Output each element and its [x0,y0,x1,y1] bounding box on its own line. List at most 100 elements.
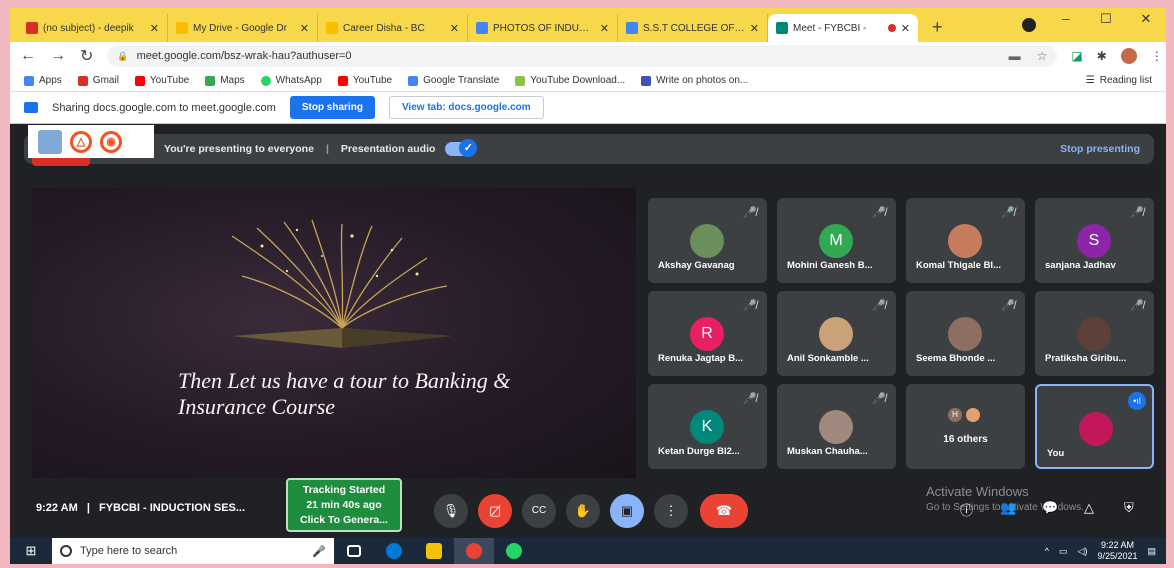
bookmark-whatsapp[interactable]: WhatsApp [260,75,322,86]
host-controls-icon[interactable]: ⛨ [1124,500,1134,516]
participant-name: Pratiksha Giribu... [1045,353,1127,364]
participant-tile[interactable]: 🎤̸ K Ketan Durge BI2... [648,384,767,469]
attendance-tracking-button[interactable]: Tracking Started 21 min 40s ago Click To… [286,478,402,532]
close-icon[interactable]: ✕ [901,22,910,35]
tab-college[interactable]: S.S.T COLLEGE OF AR ✕ [618,14,768,42]
chrome-icon[interactable] [454,538,494,564]
url-input[interactable]: 🔒 meet.google.com/bsz-wrak-hau?authuser=… [107,45,1058,67]
bookmark-apps[interactable]: Apps [24,75,62,86]
taskbar-clock[interactable]: 9:22 AM 9/25/2021 [1097,540,1137,562]
drive-icon [176,22,188,34]
participant-tile[interactable]: 🎤̸ Pratiksha Giribu... [1035,291,1154,376]
recording-widget: △ ◉ [28,125,154,158]
search-icon [60,545,72,557]
tracking-line-1: Tracking Started [302,484,386,496]
youtube-icon [337,75,348,86]
record-icon[interactable]: ◉ [100,130,122,153]
star-icon[interactable]: ☆ [1037,49,1048,63]
close-icon[interactable]: ✕ [300,22,309,35]
tab-career[interactable]: Career Disha - BC ✕ [318,14,468,42]
others-tile[interactable]: H 16 others [906,384,1025,469]
profile-avatar[interactable] [1120,48,1137,64]
bookmark-yt-download[interactable]: YouTube Download... [515,75,625,86]
mic-muted-icon: 🎤̸ [1001,207,1015,219]
translate-icon [408,75,419,86]
people-icon[interactable]: 👥 [1000,500,1016,516]
divider: | [325,143,329,155]
taskbar-search-input[interactable]: Type here to search 🎤 [52,538,334,564]
close-icon[interactable]: ✕ [600,22,609,35]
extension-icon[interactable]: ◪ [1071,49,1082,63]
tab-drive[interactable]: My Drive - Google Dr ✕ [168,14,318,42]
participant-tile[interactable]: 🎤̸ M Mohini Ganesh B... [777,198,896,283]
reload-button[interactable]: ↻ [80,46,93,66]
participant-tile[interactable]: 🎤̸ Muskan Chauha... [777,384,896,469]
camera-off-button[interactable]: ▢̸ [478,494,512,528]
close-window-button[interactable]: ✕ [1126,8,1166,34]
camera-icon[interactable]: ▬ [1009,49,1021,63]
tab-label: (no subject) - deepik [43,22,134,34]
self-tile[interactable]: •ıl You [1035,384,1154,469]
more-options-button[interactable]: ⋮ [654,494,688,528]
file-explorer-icon[interactable] [414,538,454,564]
tab-meet[interactable]: Meet - FYBCBI - ✕ [768,14,918,42]
chat-icon[interactable]: 💬 [1042,500,1058,516]
slide-line-2: Insurance Course [178,394,336,419]
presentation-audio-label: Presentation audio [340,143,436,155]
participant-tile[interactable]: 🎤̸ R Renuka Jagtap B... [648,291,767,376]
bookmark-maps[interactable]: Maps [205,75,245,86]
puzzle-icon[interactable]: ✱ [1097,49,1107,63]
close-icon[interactable]: ✕ [450,22,459,35]
notifications-icon[interactable]: ▤ [1147,546,1156,557]
tab-gmail[interactable]: (no subject) - deepik ✕ [18,14,168,42]
new-tab-button[interactable]: + [932,17,943,38]
participant-tile[interactable]: 🎤̸ Seema Bhonde ... [906,291,1025,376]
edge-icon[interactable] [374,538,414,564]
close-icon[interactable]: ✕ [150,22,159,35]
bookmark-gmail[interactable]: Gmail [77,75,119,86]
bookmark-write-photos[interactable]: Write on photos on... [641,75,748,86]
participant-avatar: R [690,317,724,351]
bookmark-label: YouTube [352,75,393,86]
stop-sharing-button[interactable]: Stop sharing [289,96,375,119]
raise-hand-button[interactable]: ✋ [566,494,600,528]
close-icon[interactable]: ✕ [750,22,759,35]
participant-tile[interactable]: 🎤̸ Komal Thigale BI... [906,198,1025,283]
menu-icon[interactable]: ⋮ [1151,49,1163,63]
maximize-button[interactable]: ☐ [1086,8,1126,34]
participant-tile[interactable]: 🎤̸ Anil Sonkamble ... [777,291,896,376]
bookmark-youtube[interactable]: YouTube [134,75,189,86]
reading-list[interactable]: ☰ Reading list [1086,75,1152,86]
microphone-icon[interactable]: 🎤 [312,545,326,558]
participant-photo [690,224,724,258]
bookmark-youtube-2[interactable]: YouTube [337,75,393,86]
url-text: meet.google.com/bsz-wrak-hau?authuser=0 [136,50,352,62]
tab-search-icon[interactable] [1022,18,1036,32]
activities-icon[interactable]: △ [1084,500,1094,516]
clock-time: 9:22 AM [1100,540,1134,550]
participant-tile[interactable]: 🎤̸ Akshay Gavanag [648,198,767,283]
tray-chevron-icon[interactable]: ^ [1045,546,1049,556]
alert-icon[interactable]: △ [70,130,92,153]
whatsapp-icon[interactable] [494,538,534,564]
apps-icon [24,75,34,86]
volume-icon[interactable]: ◁) [1078,546,1088,557]
stop-presenting-button[interactable]: Stop presenting [1060,143,1140,155]
presentation-audio-toggle[interactable] [445,139,478,157]
task-view-icon[interactable] [334,538,374,564]
info-icon[interactable]: ⓘ [960,500,973,519]
minimize-button[interactable]: – [1046,8,1086,34]
back-button[interactable]: ← [20,47,36,65]
participant-tile[interactable]: 🎤̸ Ssanjana Jadhav [1035,198,1154,283]
view-tab-button[interactable]: View tab: docs.google.com [388,96,544,119]
forward-button[interactable]: → [50,47,66,65]
bookmark-translate[interactable]: Google Translate [408,75,499,86]
reading-list-label: Reading list [1099,75,1152,86]
network-icon[interactable]: ▭ [1059,546,1068,557]
leave-call-button[interactable]: ☎ [700,494,748,528]
tab-photos[interactable]: PHOTOS OF INDUCTI ✕ [468,14,618,42]
windows-start-icon[interactable]: ⊞ [10,543,52,559]
captions-button[interactable]: CC [522,494,556,528]
present-button[interactable]: ▣ [610,494,644,528]
mic-button[interactable]: 🎙 [434,494,468,528]
